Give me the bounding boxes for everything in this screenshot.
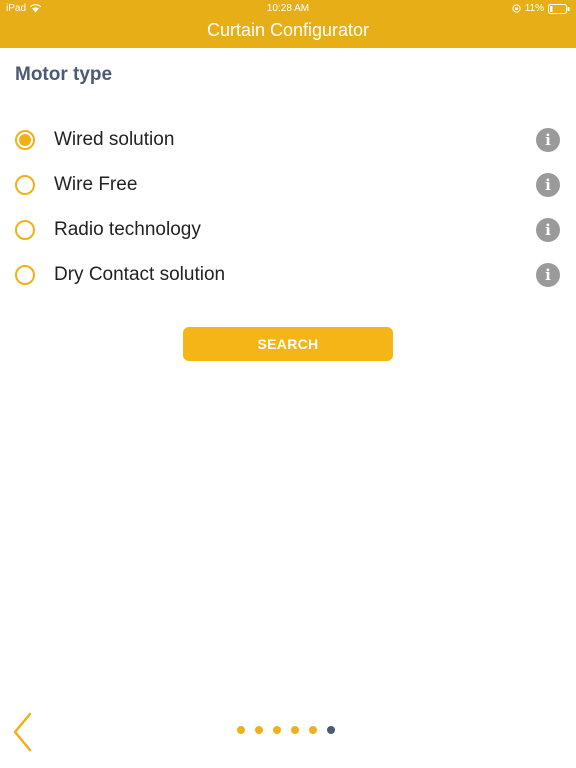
info-icon[interactable]: i xyxy=(536,218,560,242)
option-wire-free[interactable]: Wire Free i xyxy=(0,167,576,207)
pagination-dots xyxy=(237,726,335,734)
app-header: iPad 10:28 AM 11% Curtain Configurator xyxy=(0,0,576,48)
page-dot-active xyxy=(327,726,335,734)
page-dot xyxy=(309,726,317,734)
radio-button[interactable] xyxy=(15,265,35,285)
option-label: Dry Contact solution xyxy=(54,264,226,285)
option-radio-technology[interactable]: Radio technology i xyxy=(0,212,576,252)
page-dot xyxy=(255,726,263,734)
radio-button[interactable] xyxy=(15,220,35,240)
option-label: Radio technology xyxy=(54,219,201,240)
radio-button-selected[interactable] xyxy=(15,130,35,150)
page-title: Curtain Configurator xyxy=(206,20,370,40)
orientation-lock-icon xyxy=(512,4,521,13)
option-dry-contact-solution[interactable]: Dry Contact solution i xyxy=(0,257,576,297)
search-button[interactable]: SEARCH xyxy=(183,327,393,361)
battery-icon xyxy=(548,3,570,14)
status-bar-right: 11% xyxy=(512,3,570,14)
info-icon[interactable]: i xyxy=(536,173,560,197)
page-dot xyxy=(291,726,299,734)
section-title: Motor type xyxy=(15,64,113,85)
info-icon[interactable]: i xyxy=(536,128,560,152)
back-chevron-icon[interactable] xyxy=(10,712,36,752)
radio-button[interactable] xyxy=(15,175,35,195)
option-wired-solution[interactable]: Wired solution i xyxy=(0,122,576,162)
status-time: 10:28 AM xyxy=(266,3,310,14)
battery-percent: 11% xyxy=(524,3,544,14)
page-dot xyxy=(273,726,281,734)
radio-dot xyxy=(19,134,31,146)
option-label: Wire Free xyxy=(54,174,138,195)
option-label: Wired solution xyxy=(54,129,175,150)
page-dot xyxy=(237,726,245,734)
info-icon[interactable]: i xyxy=(536,263,560,287)
